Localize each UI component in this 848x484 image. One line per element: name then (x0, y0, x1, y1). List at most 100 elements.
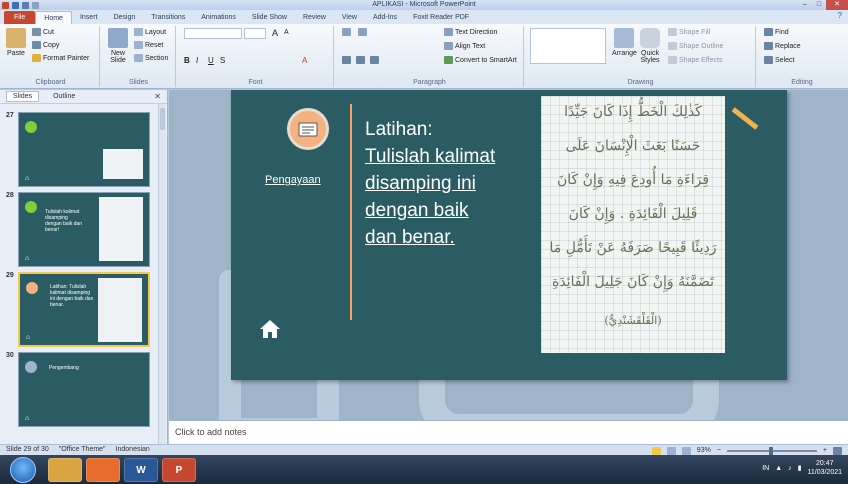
align-center-button[interactable] (356, 56, 365, 64)
arabic-line: رَدِيئًا قَبِيحًا صَرَفَهُ عَنْ تَأَمُّل… (549, 240, 717, 256)
slide-canvas[interactable]: Pengayaan Latihan: Tulislah kalimat disa… (231, 90, 787, 380)
tab-design[interactable]: Design (105, 11, 143, 24)
volume-icon[interactable]: ♪ (788, 465, 792, 472)
slides-label: Slides (128, 79, 149, 86)
arabic-line: كَذٰلِكَ الْخَطُّ إِذَا كَانَ جَيِّدًا (564, 104, 702, 120)
tab-insert[interactable]: Insert (72, 11, 106, 24)
zoom-in-icon[interactable]: + (823, 447, 827, 454)
reset-icon (134, 41, 143, 49)
italic-button[interactable]: I (196, 56, 198, 65)
clock[interactable]: 20:47 11/03/2021 (807, 459, 842, 477)
normal-view-icon[interactable] (651, 446, 661, 455)
convert-smartart-label: Convert to SmartArt (455, 56, 517, 64)
pane-scrollbar[interactable] (158, 104, 166, 444)
tab-transitions[interactable]: Transitions (143, 11, 193, 24)
minimize-button[interactable]: – (798, 0, 812, 10)
tab-view[interactable]: View (334, 11, 365, 24)
tab-file[interactable]: File (4, 11, 36, 24)
word-icon[interactable]: W (124, 458, 158, 482)
underline-button[interactable]: U (208, 56, 214, 65)
font-color-button[interactable]: A (302, 56, 307, 65)
slide-line: disamping ini (365, 173, 476, 194)
fill-icon (668, 28, 677, 36)
tab-foxit[interactable]: Foxit Reader PDF (405, 11, 477, 24)
windows-start-button[interactable] (10, 457, 36, 483)
numbering-button[interactable] (358, 28, 367, 36)
shapes-gallery[interactable] (530, 28, 606, 64)
shape-outline-button[interactable]: Shape Outline (668, 42, 723, 50)
tab-animations[interactable]: Animations (193, 11, 244, 24)
section-button[interactable]: Section (134, 54, 168, 62)
home-icon: ⌂ (26, 334, 31, 341)
drawing-group: Arrange Quick Styles Shape Fill Shape Ou… (526, 26, 756, 87)
close-pane-icon[interactable]: ✕ (154, 92, 161, 101)
find-button[interactable]: Find (764, 28, 789, 36)
arabic-calligraphy-image[interactable]: كَذٰلِكَ الْخَطُّ إِذَا كَانَ جَيِّدًا ح… (541, 96, 725, 353)
shrink-font-button[interactable]: A (284, 29, 289, 36)
tab-outline[interactable]: Outline (47, 92, 81, 101)
notes-pane[interactable]: Click to add notes (169, 420, 848, 444)
smartart-icon (444, 56, 453, 64)
bold-button[interactable]: B (184, 56, 190, 65)
language-tray[interactable]: IN (762, 465, 769, 472)
shape-effects-button[interactable]: Shape Effects (668, 56, 722, 64)
shape-fill-button[interactable]: Shape Fill (668, 28, 710, 36)
format-painter-button[interactable]: Format Painter (32, 54, 89, 62)
language-indicator[interactable]: Indonesian (116, 446, 150, 453)
zoom-slider[interactable] (726, 446, 817, 455)
copy-icon (32, 41, 41, 49)
signal-icon[interactable]: ▮ (798, 464, 802, 472)
sorter-view-icon[interactable] (666, 446, 676, 455)
slide-text[interactable]: Latihan: Tulislah kalimat disamping ini … (365, 116, 535, 251)
tab-home[interactable]: Home (35, 11, 72, 24)
new-slide-button[interactable]: New Slide (106, 28, 130, 64)
reading-view-icon[interactable] (681, 446, 691, 455)
quick-styles-button[interactable]: Quick Styles (638, 28, 662, 64)
align-center-icon (356, 56, 365, 64)
pengayaan-icon[interactable] (287, 108, 329, 150)
paste-button[interactable]: Paste (6, 28, 26, 57)
shape-fill-label: Shape Fill (679, 28, 711, 36)
zoom-level[interactable]: 93% (697, 447, 711, 454)
pengayaan-link[interactable]: Pengayaan (265, 174, 321, 186)
reset-button[interactable]: Reset (134, 41, 163, 49)
zoom-slider-knob[interactable] (768, 446, 773, 455)
firefox-icon[interactable] (86, 458, 120, 482)
tab-slides[interactable]: Slides (6, 91, 40, 102)
arabic-line: تَضَمَّنَهُ وَإِنْ كَانَ جَلِيلَ الْفَائ… (551, 274, 714, 290)
select-button[interactable]: Select (764, 56, 794, 64)
powerpoint-icon[interactable]: P (162, 458, 196, 482)
scrollbar-thumb[interactable] (160, 108, 165, 130)
scissors-icon (32, 28, 41, 36)
align-left-button[interactable] (342, 56, 351, 64)
font-size-box[interactable] (244, 28, 266, 39)
layout-button[interactable]: Layout (134, 28, 166, 36)
align-text-button[interactable]: Align Text (444, 42, 485, 50)
close-button[interactable]: ✕ (826, 0, 848, 10)
arabic-line: قِرَاءَةِ مَا أُودِعَ فِيهِ وَإِنْ كَانَ (556, 172, 710, 188)
tab-slide-show[interactable]: Slide Show (244, 11, 295, 24)
strikethrough-button[interactable]: S (220, 56, 225, 65)
font-name-box[interactable] (184, 28, 242, 39)
home-icon[interactable] (259, 318, 281, 342)
arrange-button[interactable]: Arrange (612, 28, 637, 57)
fit-slide-icon[interactable] (833, 446, 842, 455)
cut-button[interactable]: Cut (32, 28, 54, 36)
convert-smartart-button[interactable]: Convert to SmartArt (444, 56, 517, 64)
replace-button[interactable]: Replace (764, 42, 801, 50)
copy-button[interactable]: Copy (32, 41, 59, 49)
slide-editor: Pengayaan Latihan: Tulislah kalimat disa… (169, 90, 848, 420)
layout-icon (134, 28, 143, 36)
tab-add-ins[interactable]: Add-Ins (365, 11, 405, 24)
text-direction-button[interactable]: Text Direction (444, 28, 497, 36)
help-icon[interactable]: ? (838, 11, 842, 20)
tab-review[interactable]: Review (295, 11, 334, 24)
network-icon[interactable]: ▲ (775, 465, 782, 472)
maximize-button[interactable]: □ (812, 0, 826, 10)
thumb-circle (25, 361, 37, 373)
grow-font-button[interactable]: A (272, 28, 278, 38)
file-explorer-icon[interactable] (48, 458, 82, 482)
align-right-button[interactable] (370, 56, 379, 64)
zoom-out-icon[interactable]: − (717, 447, 721, 454)
bullets-button[interactable] (342, 28, 351, 36)
